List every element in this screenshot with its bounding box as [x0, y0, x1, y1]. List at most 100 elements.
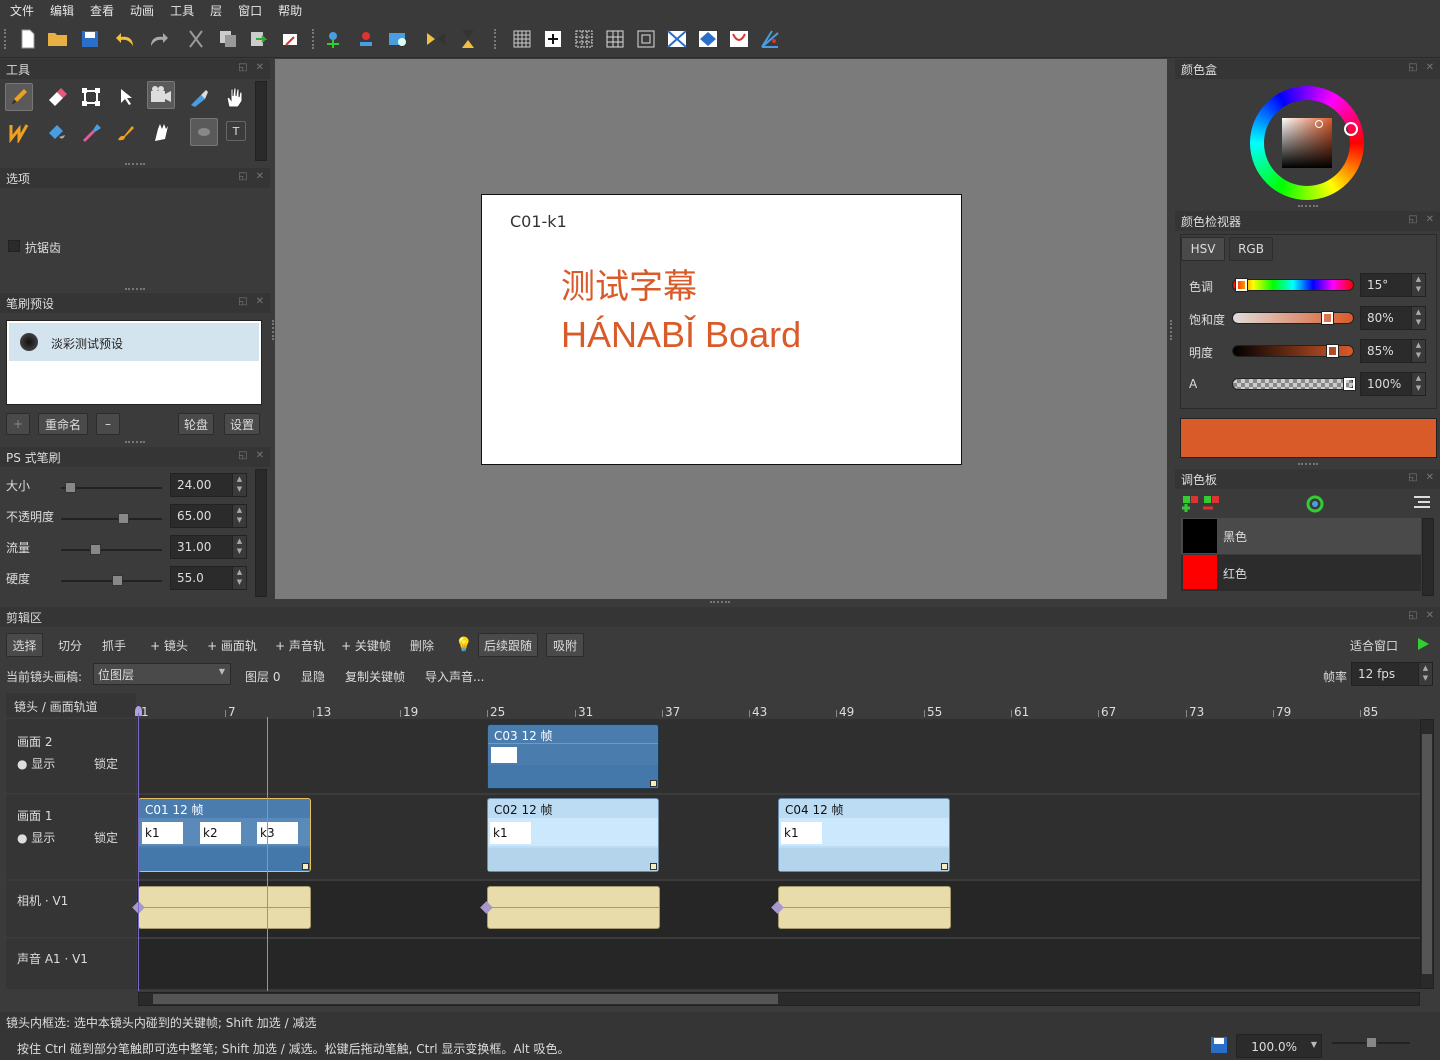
keyframe-k3[interactable]: k3: [257, 822, 298, 844]
add-preset-button[interactable]: +: [6, 413, 30, 435]
sv-picker[interactable]: [1315, 120, 1323, 128]
palette-color-icon[interactable]: [1306, 495, 1324, 516]
spin-arrows-icon[interactable]: ▲ ▼: [1411, 274, 1425, 296]
remove-layer-icon[interactable]: [354, 27, 378, 51]
remove-swatch-icon[interactable]: [1203, 495, 1221, 516]
cv-slider-handle[interactable]: [1326, 344, 1339, 358]
ps-brush-scrollbar[interactable]: [255, 469, 267, 597]
keyframe-k1[interactable]: k1: [490, 822, 531, 844]
add-picture-track-button[interactable]: + 画面轨: [204, 633, 260, 657]
close-icon[interactable]: ✕: [256, 296, 264, 307]
split-tool-button[interactable]: 切分: [50, 633, 90, 657]
play-icon[interactable]: [1416, 637, 1430, 654]
new-file-icon[interactable]: [16, 27, 40, 51]
cv-slider[interactable]: [1232, 312, 1354, 324]
antialias-checkbox[interactable]: [8, 240, 20, 252]
spin-arrows-icon[interactable]: ▲ ▼: [232, 536, 246, 558]
param-slider-knob[interactable]: [112, 575, 123, 586]
close-icon[interactable]: ✕: [256, 450, 264, 461]
close-icon[interactable]: ✕: [256, 171, 264, 182]
safe-frame-icon[interactable]: [634, 27, 658, 51]
keyframe-k2[interactable]: k2: [200, 822, 241, 844]
drawing-canvas[interactable]: C01-k1 测试字幕 HÁNABǏ Board: [481, 194, 962, 465]
menu-file[interactable]: 文件: [0, 2, 40, 19]
cv-slider-handle[interactable]: [1343, 377, 1356, 391]
palette-item[interactable]: 黑色: [1181, 518, 1421, 554]
tab-hsv[interactable]: HSV: [1181, 237, 1225, 261]
layer-select[interactable]: 位图层 ▼: [93, 663, 231, 685]
overlay-icon[interactable]: [696, 27, 720, 51]
add-swatch-icon[interactable]: [1182, 495, 1200, 516]
float-icon[interactable]: ◱: [238, 171, 247, 182]
panel-resize-grip[interactable]: [125, 163, 145, 165]
cv-spinbox[interactable]: 15° ▲ ▼: [1360, 273, 1426, 297]
pencil-tool-icon[interactable]: [5, 83, 33, 111]
param-spinbox[interactable]: 24.00 ▲ ▼: [170, 473, 247, 497]
layer-index-button[interactable]: 图层 0: [245, 668, 280, 685]
clip-c04[interactable]: C04 12 帧 k1: [778, 798, 950, 872]
spin-arrows-icon[interactable]: ▲ ▼: [1411, 373, 1425, 395]
chevron-down-icon[interactable]: ▼: [1311, 1040, 1317, 1049]
clear-icon[interactable]: [278, 27, 302, 51]
spin-arrows-icon[interactable]: ▲ ▼: [1418, 663, 1432, 685]
undo-icon[interactable]: [114, 27, 138, 51]
param-spinbox[interactable]: 31.00 ▲ ▼: [170, 535, 247, 559]
float-icon[interactable]: ◱: [1408, 472, 1417, 483]
spin-arrows-icon[interactable]: ▲ ▼: [232, 567, 246, 589]
cut-icon[interactable]: [184, 27, 208, 51]
menu-help[interactable]: 帮助: [268, 2, 308, 19]
close-icon[interactable]: ✕: [1426, 610, 1434, 621]
snap-button[interactable]: 吸附: [546, 633, 584, 657]
panel-resize-grip[interactable]: [125, 288, 145, 290]
copy-icon[interactable]: [216, 27, 240, 51]
float-icon[interactable]: ◱: [238, 296, 247, 307]
camera-clip[interactable]: [138, 886, 311, 929]
keyframe-k1[interactable]: k1: [142, 822, 183, 844]
float-icon[interactable]: ◱: [238, 450, 247, 461]
add-shot-button[interactable]: + 镜头: [146, 633, 192, 657]
wheel-button[interactable]: 轮盘: [178, 413, 214, 435]
text-tool-icon[interactable]: T: [226, 121, 246, 141]
param-spinbox[interactable]: 55.0 ▲ ▼: [170, 566, 247, 590]
float-icon[interactable]: ◱: [1408, 214, 1417, 225]
float-icon[interactable]: ◱: [1408, 610, 1417, 621]
bucket-tool-icon[interactable]: [42, 118, 70, 146]
spin-arrows-icon[interactable]: ▲ ▼: [1411, 340, 1425, 362]
import-sound-button[interactable]: 导入声音...: [425, 668, 484, 685]
delete-button[interactable]: 删除: [404, 633, 440, 657]
palette-item[interactable]: 红色: [1181, 555, 1421, 591]
brush-tool-icon[interactable]: [112, 118, 140, 146]
vscroll-thumb[interactable]: [1422, 734, 1432, 974]
dot-grid-icon[interactable]: [603, 27, 627, 51]
grid-icon[interactable]: [510, 27, 534, 51]
flip-vertical-icon[interactable]: [456, 27, 480, 51]
pen-tool-icon[interactable]: [185, 83, 213, 111]
param-slider[interactable]: [61, 487, 162, 489]
flip-horizontal-icon[interactable]: [424, 27, 448, 51]
clip-c03[interactable]: C03 12 帧: [487, 724, 659, 789]
close-icon[interactable]: ✕: [1426, 62, 1434, 73]
menu-layer[interactable]: 层: [200, 2, 228, 19]
palette-menu-icon[interactable]: [1413, 495, 1431, 514]
canvas-viewport[interactable]: C01-k1 测试字幕 HÁNABǏ Board: [275, 59, 1167, 599]
select-tool-button[interactable]: 选择: [6, 633, 43, 657]
track-lane[interactable]: [137, 939, 1420, 989]
keyframe-k1[interactable]: k1: [781, 822, 822, 844]
hue-ring[interactable]: [1250, 86, 1364, 200]
hand-tool-button[interactable]: 抓手: [94, 633, 134, 657]
add-layer-icon[interactable]: [322, 27, 346, 51]
current-color-swatch[interactable]: [1180, 418, 1437, 458]
panel-resize-grip[interactable]: [125, 441, 145, 443]
thirds-grid-icon[interactable]: [572, 27, 596, 51]
copy-keyframe-button[interactable]: 复制关键帧: [345, 668, 405, 685]
hand-tool-icon[interactable]: [220, 83, 248, 111]
hscroll-thumb[interactable]: [153, 994, 778, 1004]
save-status-icon[interactable]: [1210, 1036, 1228, 1057]
zoom-slider-knob[interactable]: [1366, 1037, 1377, 1048]
clip-resize-handle[interactable]: [302, 863, 309, 870]
add-sound-track-button[interactable]: + 声音轨: [272, 633, 328, 657]
close-icon[interactable]: ✕: [256, 62, 264, 73]
clip-resize-handle[interactable]: [941, 863, 948, 870]
spin-arrows-icon[interactable]: ▲ ▼: [232, 474, 246, 496]
rename-preset-button[interactable]: 重命名: [38, 413, 88, 435]
